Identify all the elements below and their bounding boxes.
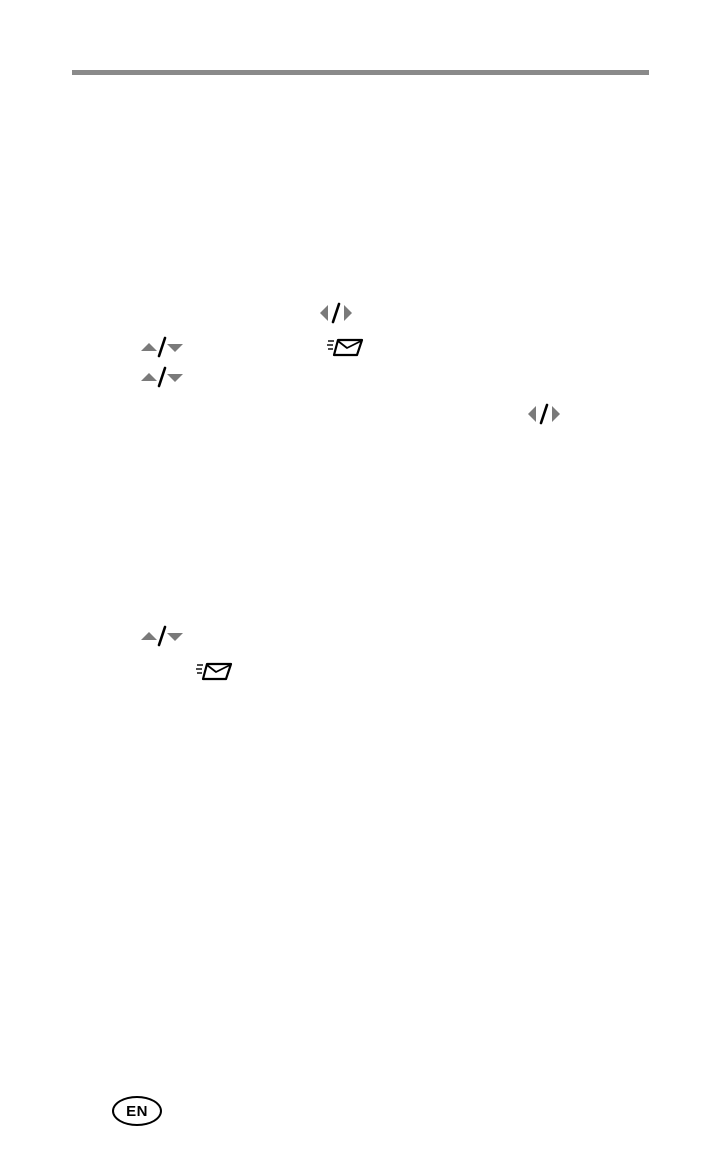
share-email-icon: [327, 338, 364, 357]
header-rule: [72, 70, 649, 75]
language-badge: EN: [112, 1096, 162, 1126]
up-down-arrows-icon: [141, 336, 183, 358]
left-right-arrows-icon: [528, 403, 560, 425]
up-down-arrows-icon: [141, 625, 183, 647]
share-email-icon: [196, 662, 233, 681]
left-right-arrows-icon: [320, 302, 352, 324]
up-down-arrows-icon: [141, 366, 183, 388]
